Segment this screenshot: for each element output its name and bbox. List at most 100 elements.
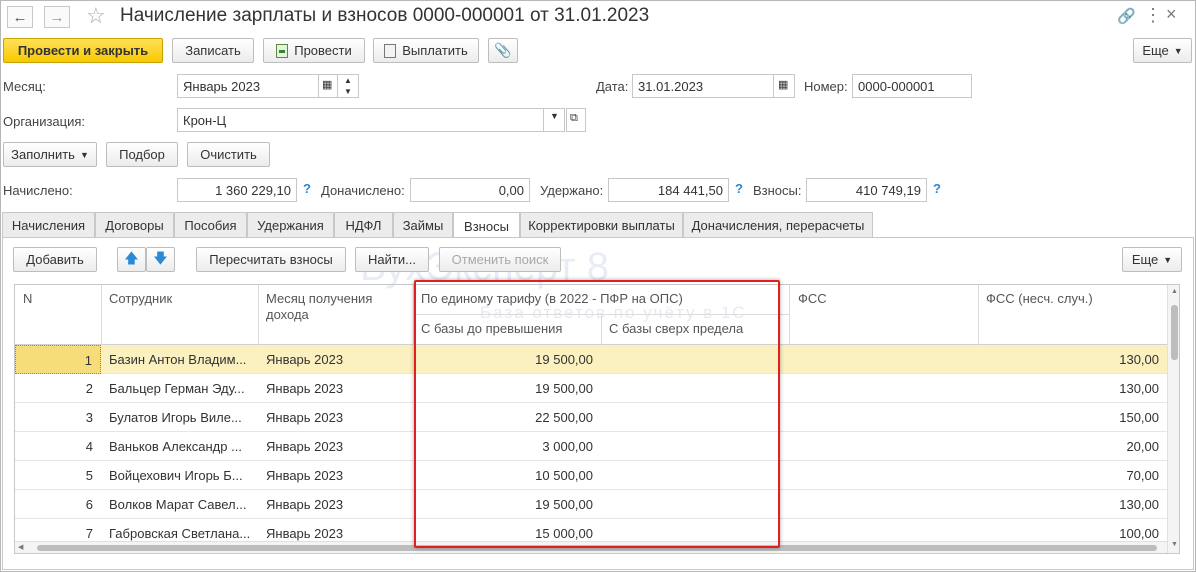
- post-button[interactable]: Провести: [263, 38, 365, 63]
- save-button[interactable]: Записать: [172, 38, 254, 63]
- vertical-scroll-thumb[interactable]: [1171, 305, 1178, 360]
- extra-value: 0,00: [410, 178, 530, 202]
- cell-n: 3: [85, 410, 93, 425]
- cell-n: 6: [85, 497, 93, 512]
- contrib-label: Взносы:: [753, 183, 802, 198]
- col-header-month[interactable]: Месяц получения дохода: [266, 291, 406, 323]
- chevron-down-icon: ▼: [1163, 254, 1173, 265]
- move-up-button[interactable]: 🡅: [117, 247, 146, 272]
- cell-employee: Войцехович Игорь Б...: [109, 468, 243, 483]
- date-calendar-icon[interactable]: ▦: [773, 74, 795, 98]
- accrued-help-icon[interactable]: ?: [303, 181, 311, 196]
- cell-month: Январь 2023: [266, 497, 344, 512]
- cell-fss-ns: 20,00: [1126, 439, 1159, 454]
- link-icon[interactable]: 🔗: [1117, 7, 1136, 25]
- cell-month: Январь 2023: [266, 381, 344, 396]
- withheld-help-icon[interactable]: ?: [735, 181, 743, 196]
- organization-dropdown-icon[interactable]: ▼: [543, 108, 565, 132]
- arrow-down-icon: 🡇: [153, 249, 168, 266]
- col-header-fss-ns[interactable]: ФСС (несч. случ.): [986, 291, 1093, 307]
- post-doc-icon: [276, 43, 289, 58]
- date-label: Дата:: [596, 79, 629, 94]
- col-divider: [789, 285, 790, 345]
- cell-fss: [789, 490, 978, 519]
- scroll-down-icon[interactable]: ▼: [1171, 541, 1178, 548]
- find-button[interactable]: Найти...: [355, 247, 429, 272]
- paperclip-icon: 📎: [494, 42, 512, 58]
- forward-button[interactable]: →: [44, 6, 70, 28]
- month-spin[interactable]: ▲ ▼: [337, 74, 359, 98]
- cancel-find-button[interactable]: Отменить поиск: [439, 247, 561, 272]
- withheld-value: 184 441,50: [608, 178, 729, 202]
- cell-fss: [789, 432, 978, 461]
- tab-contracts[interactable]: Договоры: [95, 212, 174, 238]
- grid-more-label: Еще: [1131, 252, 1159, 267]
- cell-employee: Бальцер Герман Эду...: [109, 381, 245, 396]
- col-divider: [258, 285, 259, 345]
- tab-accruals[interactable]: Начисления: [2, 212, 95, 238]
- cell-employee: Волков Марат Савел...: [109, 497, 247, 512]
- cell-month: Январь 2023: [266, 468, 344, 483]
- arrow-up-icon: 🡅: [124, 249, 139, 266]
- withheld-label: Удержано:: [540, 183, 604, 198]
- scroll-left-icon[interactable]: ◀: [18, 543, 23, 551]
- move-down-button[interactable]: 🡇: [146, 247, 175, 272]
- select-button[interactable]: Подбор: [106, 142, 178, 167]
- month-label: Месяц:: [3, 79, 46, 94]
- favorite-star-icon[interactable]: ☆: [86, 3, 106, 29]
- fill-button[interactable]: Заполнить ▼: [3, 142, 97, 167]
- cell-fss-ns: 130,00: [1119, 352, 1159, 367]
- cell-n: 4: [85, 439, 93, 454]
- clear-button[interactable]: Очистить: [187, 142, 270, 167]
- scroll-up-icon[interactable]: ▲: [1171, 288, 1178, 295]
- cell-employee: Булатов Игорь Виле...: [109, 410, 242, 425]
- attach-button[interactable]: 📎: [488, 38, 518, 63]
- cell-fss-ns: 70,00: [1126, 468, 1159, 483]
- back-button[interactable]: ←: [7, 6, 33, 28]
- col-header-employee[interactable]: Сотрудник: [109, 291, 172, 307]
- organization-input[interactable]: Крон-Ц: [177, 108, 544, 132]
- post-and-close-button[interactable]: Провести и закрыть: [3, 38, 163, 63]
- cell-fss-ns: 130,00: [1119, 497, 1159, 512]
- cell-month: Январь 2023: [266, 410, 344, 425]
- cell-n: 1: [15, 345, 101, 374]
- number-input[interactable]: 0000-000001: [852, 74, 972, 98]
- cell-month: Январь 2023: [266, 439, 344, 454]
- more-vert-icon[interactable]: ⋮: [1144, 5, 1162, 26]
- recalculate-contributions-button[interactable]: Пересчитать взносы: [196, 247, 346, 272]
- calendar-icon[interactable]: ▦: [318, 74, 338, 98]
- tab-ndfl[interactable]: НДФЛ: [334, 212, 393, 238]
- cell-fss: [789, 461, 978, 490]
- date-input[interactable]: 31.01.2023: [632, 74, 774, 98]
- post-button-label: Провести: [294, 43, 352, 58]
- arrow-right-icon: →: [49, 8, 65, 26]
- tab-deductions[interactable]: Удержания: [247, 212, 334, 238]
- vertical-scrollbar[interactable]: ▲ ▼: [1167, 285, 1179, 553]
- number-label: Номер:: [804, 79, 848, 94]
- tab-contributions[interactable]: Взносы: [453, 212, 520, 239]
- contrib-value: 410 749,19: [806, 178, 927, 202]
- cell-fss-ns: 130,00: [1119, 381, 1159, 396]
- close-icon[interactable]: ×: [1166, 4, 1177, 25]
- extra-label: Доначислено:: [321, 183, 405, 198]
- highlight-frame: [414, 280, 780, 548]
- month-input[interactable]: Январь 2023: [177, 74, 319, 98]
- grid-more-button[interactable]: Еще ▼: [1122, 247, 1182, 272]
- tab-payment-adjustments[interactable]: Корректировки выплаты: [520, 212, 683, 238]
- col-header-n[interactable]: N: [23, 291, 32, 307]
- add-button[interactable]: Добавить: [13, 247, 97, 272]
- pay-button[interactable]: Выплатить: [373, 38, 479, 63]
- col-divider: [978, 285, 979, 345]
- tab-recalculations[interactable]: Доначисления, перерасчеты: [683, 212, 873, 238]
- tab-loans[interactable]: Займы: [393, 212, 453, 238]
- arrow-left-icon: ←: [12, 8, 28, 26]
- tab-benefits[interactable]: Пособия: [174, 212, 247, 238]
- accrued-label: Начислено:: [3, 183, 73, 198]
- col-header-fss[interactable]: ФСС: [798, 291, 827, 307]
- more-button[interactable]: Еще ▼: [1133, 38, 1192, 63]
- open-organization-icon[interactable]: ⧉: [566, 108, 586, 132]
- accrued-value: 1 360 229,10: [177, 178, 297, 202]
- cell-month: Январь 2023: [266, 352, 344, 367]
- contrib-help-icon[interactable]: ?: [933, 181, 941, 196]
- page-title: Начисление зарплаты и взносов 0000-00000…: [120, 5, 650, 26]
